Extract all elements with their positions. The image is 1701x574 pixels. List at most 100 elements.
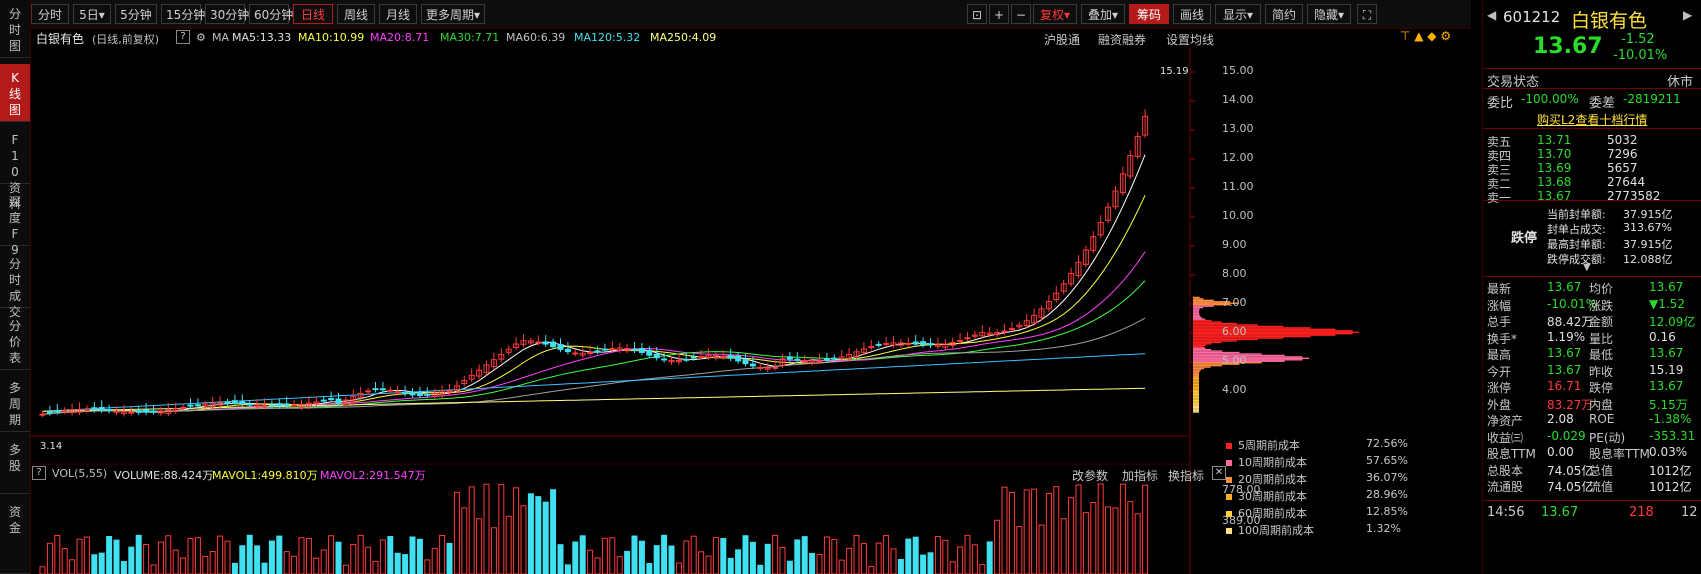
tab-multi-stock[interactable]: 多股 (0, 436, 30, 494)
prev-stock-icon[interactable]: ◀ (1487, 8, 1496, 22)
period-button[interactable]: 60分钟 (249, 4, 293, 24)
period-button[interactable]: 5日▾ (73, 4, 111, 24)
volume-bar (254, 545, 261, 574)
stat-label: 内盘 (1589, 397, 1614, 412)
zoom-out-icon[interactable]: − (1011, 4, 1031, 24)
candle-body (416, 392, 423, 397)
settings-gear-icon[interactable]: ⚙ (196, 31, 206, 44)
next-stock-icon[interactable]: ▶ (1683, 8, 1692, 22)
chip-bar (1193, 375, 1200, 377)
legend-swatch (1226, 443, 1232, 449)
volume-bar (320, 549, 327, 574)
candle-body (868, 346, 875, 349)
volume-bar (801, 536, 808, 574)
tab-minute-chart[interactable]: 分时图 (0, 0, 30, 58)
simple-button[interactable]: 简约 (1265, 4, 1303, 24)
volume-bar (113, 539, 120, 574)
candle-body (631, 348, 638, 351)
candle-body (1008, 328, 1015, 331)
more-periods-dropdown[interactable]: 更多周期▾ (421, 4, 485, 24)
ma120-line (42, 353, 1146, 412)
price-change: -1.52 (1621, 32, 1655, 47)
chip-bar (1193, 395, 1199, 397)
period-button[interactable]: 30分钟 (205, 4, 249, 24)
volume-bar (424, 559, 431, 574)
ask-volume: 5657 (1607, 161, 1638, 175)
volume-bar (39, 566, 46, 574)
buy-l2-link[interactable]: 购买L2查看十档行情 (1537, 111, 1647, 128)
period-button[interactable]: 15分钟 (161, 4, 205, 24)
legend-swatch (1226, 460, 1232, 466)
volume-bar (587, 549, 594, 574)
tab-capital[interactable]: 资金 (0, 498, 30, 574)
switch-indicator-button[interactable]: 换指标 (1168, 467, 1204, 484)
volume-bar (202, 555, 209, 574)
tab-multi-period[interactable]: 多周期 (0, 374, 30, 432)
volume-bar (735, 549, 742, 574)
volume-bar (742, 535, 749, 574)
chip-bar (1193, 386, 1199, 389)
volume-bar (61, 548, 68, 574)
volume-bar (261, 562, 268, 574)
period-button[interactable]: 月线 (379, 4, 417, 24)
chip-bar (1193, 364, 1223, 367)
candle-body (394, 391, 401, 394)
price-axis-label: 10.00 (1222, 209, 1254, 222)
tab-kline[interactable]: K线图 (0, 64, 30, 122)
chip-legend-item: 30周期前成本 28.96% (1226, 488, 1408, 504)
chip-bar (1193, 401, 1199, 403)
change-params-button[interactable]: 改参数 (1072, 467, 1108, 484)
chip-bar (1193, 389, 1199, 391)
period-button[interactable]: 周线 (337, 4, 375, 24)
volume-bar (1142, 484, 1149, 574)
chips-button[interactable]: 筹码 (1129, 4, 1169, 24)
ma5-value: MA5:13.33 (232, 31, 292, 44)
close-icon[interactable]: ✕ (1212, 466, 1226, 480)
draw-line-button[interactable]: 画线 (1173, 4, 1211, 24)
vol-help-icon[interactable]: ? (32, 466, 46, 480)
period-button[interactable]: 5分钟 (115, 4, 157, 24)
stat-value: 13.67 (1649, 379, 1684, 393)
seal-value: 37.915亿 (1623, 238, 1673, 251)
volume-bar (942, 539, 949, 574)
display-dropdown[interactable]: 显示▾ (1215, 4, 1261, 24)
candle-body (365, 390, 372, 393)
seal-label: 当前封单额: (1547, 208, 1606, 221)
stat-label: 流值 (1589, 480, 1614, 494)
volume-bar (846, 547, 853, 574)
tab-label: 分时图 (8, 7, 21, 53)
overlay-dropdown[interactable]: 叠加▾ (1081, 4, 1125, 24)
adjust-dropdown[interactable]: 复权▾ (1033, 4, 1077, 24)
candle-body (823, 358, 830, 361)
candle-body (542, 341, 549, 345)
tab-f10[interactable]: F10资料 (0, 126, 30, 211)
chip-tools-icon[interactable]: ⊤ ▲ ◆ ⚙ (1400, 29, 1451, 43)
tab-price-table[interactable]: 分价表 (0, 312, 30, 370)
tab-depth[interactable]: 深度F9 (0, 188, 30, 257)
hide-dropdown[interactable]: 隐藏▾ (1307, 4, 1351, 24)
volume-bar (128, 546, 135, 574)
volume-bar (1068, 497, 1075, 574)
volume-bar (594, 557, 601, 574)
zoom-in-icon[interactable]: + (989, 4, 1009, 24)
stat-label: 外盘 (1487, 397, 1512, 412)
lock-icon[interactable]: ⊡ (967, 4, 987, 24)
stat-value: 13.67 (1547, 362, 1582, 377)
period-button[interactable]: 分时 (31, 4, 69, 24)
period-button-daily[interactable]: 日线 (293, 4, 333, 24)
price-axis-label: 7.00 (1222, 296, 1247, 309)
chip-bar (1193, 379, 1200, 381)
legend-value: 12.85% (1366, 505, 1408, 518)
candle-body (424, 393, 431, 396)
expand-icon[interactable]: ⛶ (1357, 4, 1377, 24)
ask-volume: 7296 (1607, 147, 1638, 161)
volume-bar (54, 534, 61, 574)
tab-tick-trades[interactable]: 分时成交 (0, 250, 30, 319)
help-icon[interactable]: ? (176, 30, 190, 44)
ask-price: 13.71 (1537, 133, 1572, 147)
volume-bar (1016, 526, 1023, 574)
volume-bar (298, 537, 305, 574)
chip-bar (1193, 312, 1200, 315)
stat-value: 74.05亿 (1547, 480, 1594, 494)
add-indicator-button[interactable]: 加指标 (1122, 467, 1158, 484)
